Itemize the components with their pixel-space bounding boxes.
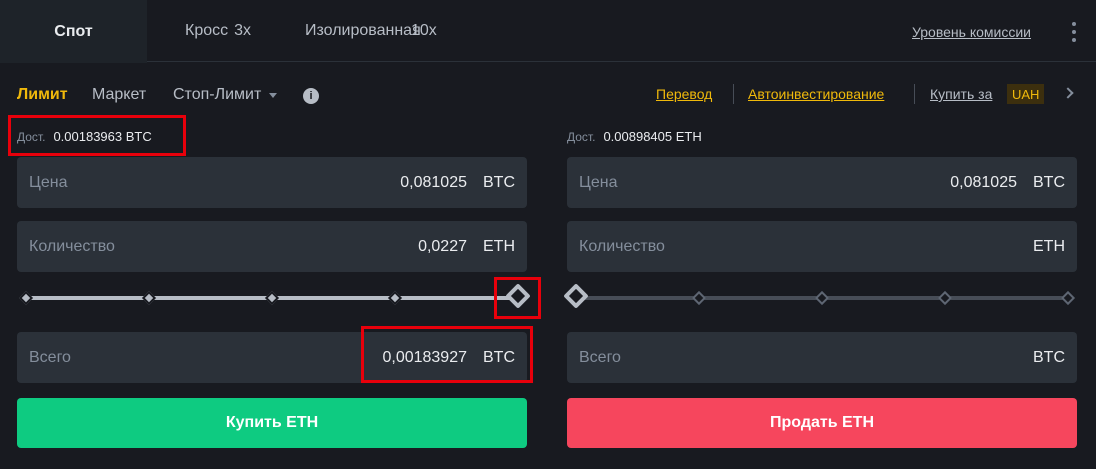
chevron-right-icon[interactable] [1062, 87, 1074, 99]
sell-price-input[interactable]: Цена 0,081025 BTC [567, 157, 1077, 208]
sell-price-label: Цена [579, 173, 618, 191]
buy-total-label: Всего [29, 348, 71, 366]
buy-quantity-unit: ETH [483, 237, 515, 255]
auto-invest-link[interactable]: Автоинвестирование [748, 86, 884, 102]
buy-available-balance: Дост. 0.00183963 BTC [17, 129, 152, 144]
buy-quantity-value[interactable]: 0,0227 [418, 238, 467, 256]
currency-badge[interactable]: UAH [1007, 84, 1045, 104]
sell-total-input[interactable]: Всего BTC [567, 332, 1077, 383]
caret-down-icon [269, 92, 278, 98]
buy-quantity-label: Количество [29, 237, 115, 255]
slider-step-0[interactable] [18, 290, 34, 306]
tab-cross-leverage: 3x [234, 22, 252, 39]
fee-level-link[interactable]: Уровень комиссии [912, 24, 1031, 40]
slider-step-50[interactable] [814, 290, 830, 306]
sell-button[interactable]: Продать ETH [567, 398, 1077, 448]
slider-step-25[interactable] [691, 290, 707, 306]
buy-available-label: Дост. [17, 129, 46, 144]
sell-available-label: Дост. [567, 129, 596, 144]
sell-quantity-unit: ETH [1033, 237, 1065, 255]
divider [733, 84, 734, 104]
more-options-icon[interactable] [1066, 22, 1082, 42]
order-type-stop-limit[interactable]: Стоп-Лимит [173, 86, 278, 104]
slider-handle[interactable] [563, 283, 589, 309]
buy-price-input[interactable]: Цена 0,081025 BTC [17, 157, 527, 208]
slider-step-25[interactable] [141, 290, 157, 306]
slider-step-50[interactable] [264, 290, 280, 306]
tab-isolated-margin[interactable]: Изолированная 10x [305, 0, 437, 62]
buy-total-value[interactable]: 0,00183927 [382, 349, 467, 367]
trade-mode-tabs: Спот Кросс 3x Изолированная 10x Уровень … [0, 0, 1096, 63]
sell-available-balance: Дост. 0.00898405 ETH [567, 129, 702, 144]
buy-total-input[interactable]: Всего 0,00183927 BTC [17, 332, 527, 383]
buy-quantity-input[interactable]: Количество 0,0227 ETH [17, 221, 527, 272]
sell-amount-slider[interactable] [563, 283, 1077, 309]
buy-price-value[interactable]: 0,081025 [400, 174, 467, 192]
sell-total-unit: BTC [1033, 348, 1065, 366]
transfer-link[interactable]: Перевод [656, 86, 712, 102]
order-type-limit[interactable]: Лимит [17, 86, 68, 104]
buy-amount-slider[interactable] [17, 283, 531, 309]
buy-total-unit: BTC [483, 348, 515, 366]
order-type-market[interactable]: Маркет [92, 86, 146, 104]
tab-isolated-label: Изолированная [305, 22, 421, 39]
sell-quantity-label: Количество [579, 237, 665, 255]
tab-isolated-leverage: 10x [411, 22, 437, 39]
sell-quantity-input[interactable]: Количество ETH [567, 221, 1077, 272]
tab-spot[interactable]: Спот [0, 0, 147, 63]
buy-button[interactable]: Купить ETH [17, 398, 527, 448]
tab-cross-margin[interactable]: Кросс 3x [185, 0, 251, 62]
slider-step-75[interactable] [387, 290, 403, 306]
buy-price-label: Цена [29, 173, 68, 191]
sell-available-value: 0.00898405 ETH [603, 129, 702, 144]
buy-with-link[interactable]: Купить за [930, 86, 992, 102]
slider-handle[interactable] [505, 283, 531, 309]
tab-cross-label: Кросс [185, 22, 229, 39]
order-type-stop-limit-label: Стоп-Лимит [173, 86, 262, 103]
sell-price-unit: BTC [1033, 173, 1065, 191]
sell-total-label: Всего [579, 348, 621, 366]
buy-available-value: 0.00183963 BTC [53, 129, 152, 144]
slider-step-100[interactable] [1060, 290, 1076, 306]
buy-price-unit: BTC [483, 173, 515, 191]
info-icon[interactable]: i [303, 88, 319, 104]
divider [914, 84, 915, 104]
sell-price-value[interactable]: 0,081025 [950, 174, 1017, 192]
slider-step-75[interactable] [937, 290, 953, 306]
